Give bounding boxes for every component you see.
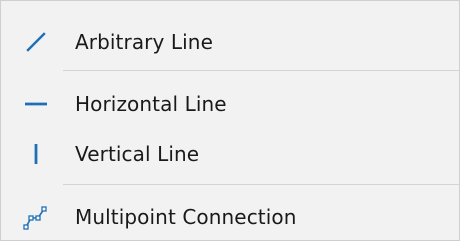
menu-item-label: Vertical Line (75, 142, 200, 166)
menu-item-vertical-line[interactable]: Vertical Line (1, 134, 459, 174)
menu-separator (63, 70, 459, 71)
menu-item-arbitrary-line[interactable]: Arbitrary Line (1, 22, 459, 62)
horizontal-line-icon (21, 84, 51, 124)
menu-item-label: Horizontal Line (75, 92, 227, 116)
menu-item-label: Multipoint Connection (75, 205, 297, 229)
multipoint-connection-icon (21, 197, 51, 237)
menu-item-label: Arbitrary Line (75, 30, 213, 54)
vertical-line-icon (21, 134, 51, 174)
menu-item-multipoint-connection[interactable]: Multipoint Connection (1, 197, 459, 237)
line-type-menu: Arbitrary Line Horizontal Line Vertical … (0, 0, 460, 241)
diagonal-line-icon (21, 22, 51, 62)
menu-separator (63, 184, 459, 185)
menu-item-horizontal-line[interactable]: Horizontal Line (1, 84, 459, 124)
